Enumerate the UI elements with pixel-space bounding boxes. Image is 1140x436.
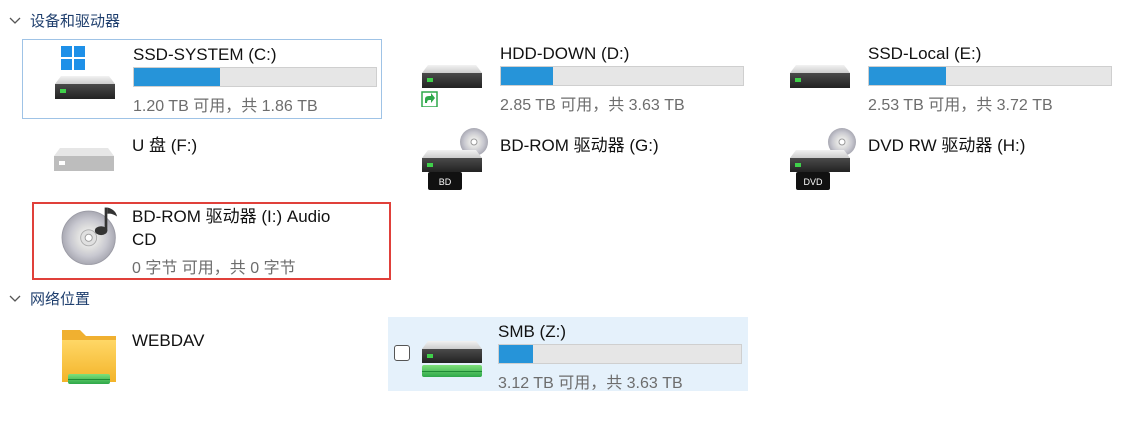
drive-name: BD-ROM 驱动器 (G:) bbox=[500, 136, 659, 155]
section-label: 设备和驱动器 bbox=[30, 12, 121, 30]
network-drive-icon bbox=[422, 341, 482, 377]
drive-usage-bar bbox=[500, 66, 744, 86]
drive-space-info: 2.53 TB 可用，共 3.72 TB bbox=[868, 97, 1053, 114]
network-tile-webdav[interactable]: WEBDAV bbox=[22, 320, 382, 400]
drive-name-line2: CD bbox=[132, 230, 157, 249]
hard-drive-icon bbox=[421, 65, 482, 107]
network-name: WEBDAV bbox=[132, 331, 205, 350]
drive-name: SSD-Local (E:) bbox=[868, 44, 982, 63]
drive-name: HDD-DOWN (D:) bbox=[500, 44, 630, 63]
drive-tile-d[interactable]: HDD-DOWN (D:) 2.85 TB 可用，共 3.63 TB bbox=[390, 39, 750, 119]
hard-drive-icon bbox=[790, 65, 850, 88]
drive-space-info: 3.12 TB 可用，共 3.63 TB bbox=[498, 375, 683, 392]
drive-usage-bar bbox=[133, 67, 377, 87]
network-folder-icon bbox=[62, 330, 116, 384]
disc-badge: BD bbox=[439, 177, 452, 187]
network-name: SMB (Z:) bbox=[498, 322, 566, 341]
shortcut-arrow-icon bbox=[421, 91, 438, 107]
drive-usage-fill bbox=[869, 67, 947, 85]
select-checkbox[interactable] bbox=[394, 345, 410, 361]
drive-name: SSD-SYSTEM (C:) bbox=[133, 45, 277, 64]
optical-drive-icon: BD bbox=[422, 128, 488, 190]
hard-drive-icon bbox=[55, 46, 115, 99]
drive-name: U 盘 (F:) bbox=[132, 136, 198, 155]
optical-drive-icon: DVD bbox=[790, 128, 856, 190]
drive-tile-e[interactable]: SSD-Local (E:) 2.53 TB 可用，共 3.72 TB bbox=[758, 39, 1118, 119]
drive-tile-g[interactable]: BD BD-ROM 驱动器 (G:) bbox=[390, 124, 750, 204]
drive-tile-f[interactable]: U 盘 (F:) bbox=[22, 128, 382, 208]
drive-usage-fill bbox=[501, 67, 554, 85]
drive-tile-c[interactable]: SSD-SYSTEM (C:) 1.20 TB 可用，共 1.86 TB bbox=[22, 39, 382, 119]
drive-usage-fill bbox=[499, 345, 533, 363]
chevron-down-icon[interactable] bbox=[8, 13, 22, 27]
drive-usage-fill bbox=[134, 68, 220, 86]
drive-name: DVD RW 驱动器 (H:) bbox=[868, 136, 1026, 155]
section-header-network[interactable]: 网络位置 bbox=[8, 287, 90, 309]
drive-usage-bar bbox=[868, 66, 1112, 86]
drive-usage-bar bbox=[498, 344, 742, 364]
drive-tile-i[interactable]: BD-ROM 驱动器 (I:) Audio CD 0 字节 可用，共 0 字节 bbox=[32, 202, 391, 280]
drive-name-line1: BD-ROM 驱动器 (I:) Audio bbox=[132, 207, 331, 226]
drive-tile-h[interactable]: DVD DVD RW 驱动器 (H:) bbox=[758, 124, 1118, 204]
section-label: 网络位置 bbox=[30, 290, 91, 308]
chevron-down-icon[interactable] bbox=[8, 291, 22, 305]
section-header-devices[interactable]: 设备和驱动器 bbox=[8, 9, 120, 31]
audio-cd-icon bbox=[61, 207, 118, 265]
network-tile-smb[interactable]: SMB (Z:) 3.12 TB 可用，共 3.63 TB bbox=[388, 317, 748, 392]
drive-space-info: 1.20 TB 可用，共 1.86 TB bbox=[133, 98, 318, 115]
usb-drive-icon bbox=[54, 148, 114, 171]
drive-space-info: 0 字节 可用，共 0 字节 bbox=[132, 260, 296, 277]
drive-space-info: 2.85 TB 可用，共 3.63 TB bbox=[500, 97, 685, 114]
disc-badge: DVD bbox=[803, 177, 823, 187]
